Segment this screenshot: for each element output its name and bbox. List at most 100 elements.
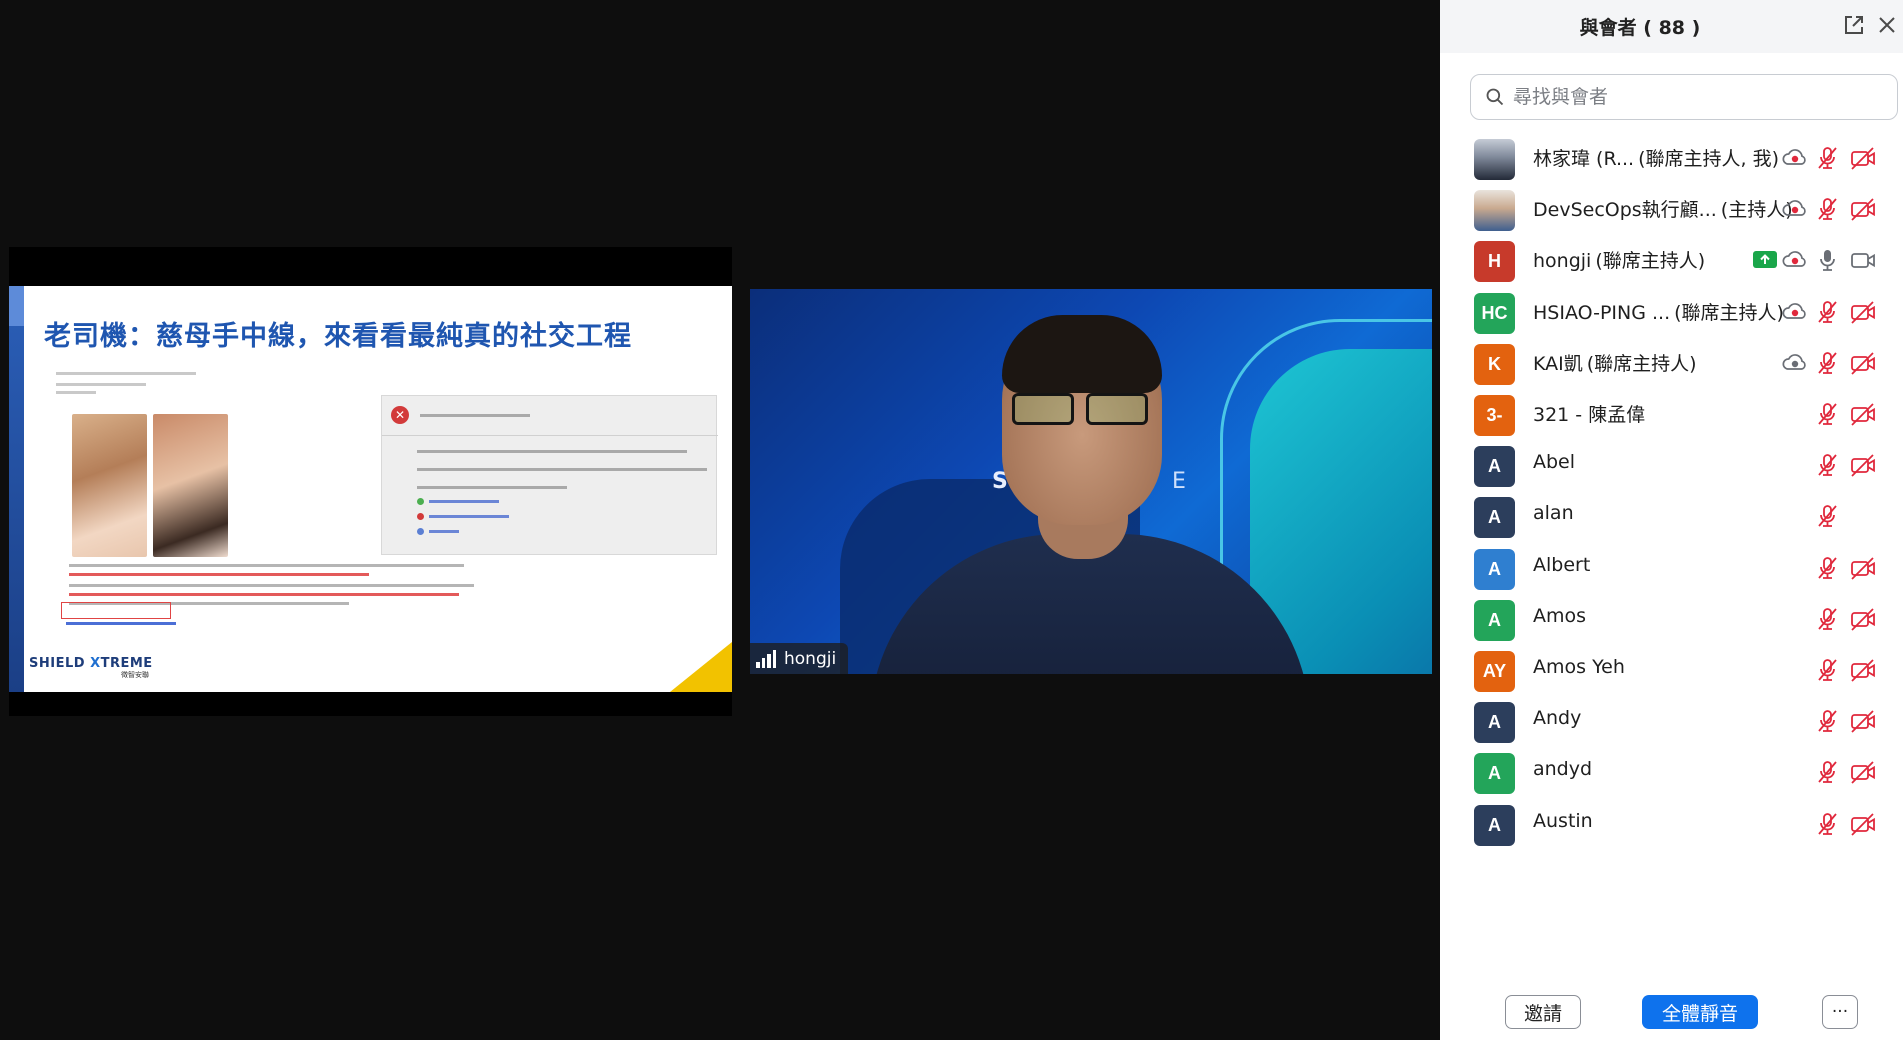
slide-accent-tip: [9, 286, 24, 326]
microphone-muted-icon[interactable]: [1814, 299, 1842, 325]
microphone-muted-icon[interactable]: [1814, 708, 1842, 734]
shared-screen-tile[interactable]: 老司機：慈母手中線，來看看最純真的社交工程 ✕ SHIELD XTREME 徵智…: [9, 247, 732, 716]
participant-display-name: HSIAO-PING ...: [1533, 301, 1671, 324]
participant-name: Abel: [1533, 451, 1579, 473]
email-photo: [72, 414, 147, 557]
participant-display-name: Abel: [1533, 451, 1576, 474]
camera-off-icon[interactable]: [1849, 555, 1877, 581]
camera-off-icon[interactable]: [1849, 401, 1877, 427]
camera-off-icon[interactable]: [1849, 350, 1877, 376]
meeting-stage: 老司機：慈母手中線，來看看最純真的社交工程 ✕ SHIELD XTREME 徵智…: [0, 0, 1440, 1040]
participant-list[interactable]: 林家瑋 (R... (聯席主持人, 我) DevSecOps執行顧... (主持人) H…: [1440, 128, 1903, 974]
search-icon: [1486, 88, 1504, 106]
participant-display-name: Austin: [1533, 809, 1593, 832]
highlighted-link: [61, 602, 171, 619]
participant-name: Austin: [1533, 810, 1597, 832]
microphone-muted-icon[interactable]: [1814, 503, 1842, 529]
participant-role: (聯席主持人): [1586, 352, 1697, 375]
panel-footer: 邀請 全體靜音 ···: [1440, 976, 1903, 1040]
microphone-muted-icon[interactable]: [1814, 350, 1842, 376]
participant-figure: [1002, 315, 1162, 393]
participant-display-name: KAI凱: [1533, 352, 1583, 375]
participant-name: DevSecOps執行顧... (主持人): [1533, 195, 1793, 222]
phishing-link: [66, 622, 176, 625]
participant-avatar: A: [1474, 497, 1515, 539]
camera-icon[interactable]: [1849, 247, 1877, 273]
participant-name: Amos: [1533, 605, 1590, 627]
microphone-muted-icon[interactable]: [1814, 811, 1842, 837]
participant-name: KAI凱 (聯席主持人): [1533, 349, 1697, 376]
participant-avatar: A: [1474, 446, 1515, 488]
panel-title: 與會者 ( 88 ): [1579, 17, 1701, 39]
participant-avatar: A: [1474, 599, 1515, 641]
participant-video-tile[interactable]: S E hongji: [750, 289, 1432, 674]
search-input[interactable]: [1513, 86, 1873, 108]
camera-off-icon[interactable]: [1849, 299, 1877, 325]
participant-avatar: A: [1474, 702, 1515, 744]
participant-search[interactable]: [1470, 74, 1898, 120]
camera-off-icon[interactable]: [1849, 811, 1877, 837]
participant-name: alan: [1533, 502, 1578, 524]
connection-strength-icon: [756, 649, 776, 668]
close-icon[interactable]: [1875, 13, 1899, 37]
mute-all-button[interactable]: 全體靜音: [1642, 995, 1758, 1029]
email-photo: [153, 414, 228, 557]
participant-display-name: Amos Yeh: [1533, 656, 1625, 678]
participant-avatar: A: [1474, 804, 1515, 846]
option-dot-icon: [417, 513, 424, 520]
participant-role: (聯席主持人): [1674, 301, 1784, 324]
participant-display-name: hongji: [1533, 250, 1592, 273]
panel-header: 與會者 ( 88 ): [1440, 0, 1903, 53]
camera-off-icon[interactable]: [1849, 759, 1877, 785]
microphone-muted-icon[interactable]: [1814, 555, 1842, 581]
cloud-recording-icon: [1781, 196, 1809, 222]
invite-button[interactable]: 邀請: [1505, 995, 1581, 1029]
participant-row[interactable]: A Austin: [1440, 794, 1903, 856]
participant-avatar: K: [1474, 343, 1515, 385]
participant-display-name: andyd: [1533, 758, 1593, 781]
camera-off-icon[interactable]: [1849, 708, 1877, 734]
cloud-recording-icon: [1781, 350, 1809, 376]
participant-avatar: AY: [1474, 651, 1515, 692]
participant-avatar: A: [1474, 548, 1515, 590]
participant-name: 321 - 陳孟偉: [1533, 400, 1649, 427]
microphone-muted-icon[interactable]: [1814, 657, 1842, 683]
microphone-muted-icon[interactable]: [1814, 606, 1842, 632]
participant-name: Andy: [1533, 707, 1585, 729]
option-dot-icon: [417, 498, 424, 505]
microphone-muted-icon[interactable]: [1814, 452, 1842, 478]
camera-off-icon[interactable]: [1849, 452, 1877, 478]
screen-share-icon: [1753, 251, 1777, 269]
participant-role: (聯席主持人, 我): [1638, 148, 1780, 170]
browser-security-warning: ✕: [381, 395, 718, 555]
microphone-muted-icon[interactable]: [1814, 759, 1842, 785]
error-icon: ✕: [391, 406, 409, 424]
cloud-recording-icon: [1781, 145, 1809, 171]
participant-avatar: H: [1474, 241, 1515, 283]
participant-name: andyd: [1533, 758, 1596, 780]
microphone-muted-icon[interactable]: [1814, 401, 1842, 427]
microphone-muted-icon[interactable]: [1814, 145, 1842, 171]
microphone-icon[interactable]: [1814, 247, 1842, 273]
participants-panel: 與會者 ( 88 ) 林家瑋 (R...(聯席主持人, 我) DevSecOps執…: [1440, 0, 1903, 1040]
participant-name: Albert: [1533, 554, 1594, 576]
more-options-button[interactable]: ···: [1822, 995, 1858, 1029]
camera-off-icon[interactable]: [1849, 606, 1877, 632]
participant-avatar: [1474, 139, 1515, 180]
participant-display-name: Andy: [1533, 707, 1582, 730]
participant-display-name: DevSecOps執行顧...: [1533, 199, 1717, 222]
participant-avatar: [1474, 190, 1515, 232]
microphone-muted-icon[interactable]: [1814, 196, 1842, 222]
camera-off-icon[interactable]: [1849, 196, 1877, 222]
participant-name: HSIAO-PING ... (聯席主持人): [1533, 298, 1784, 325]
participant-role: (聯席主持人): [1595, 250, 1706, 273]
participant-display-name: alan: [1533, 502, 1574, 525]
participant-display-name: 林家瑋 (R...: [1533, 148, 1635, 170]
participant-figure: [1012, 393, 1150, 427]
popout-icon[interactable]: [1842, 13, 1866, 37]
slide-title: 老司機：慈母手中線，來看看最純真的社交工程: [44, 321, 632, 352]
presentation-slide: 老司機：慈母手中線，來看看最純真的社交工程 ✕ SHIELD XTREME 徵智…: [9, 286, 732, 692]
camera-off-icon[interactable]: [1849, 145, 1877, 171]
camera-off-icon[interactable]: [1849, 657, 1877, 683]
cloud-recording-icon: [1781, 247, 1809, 273]
